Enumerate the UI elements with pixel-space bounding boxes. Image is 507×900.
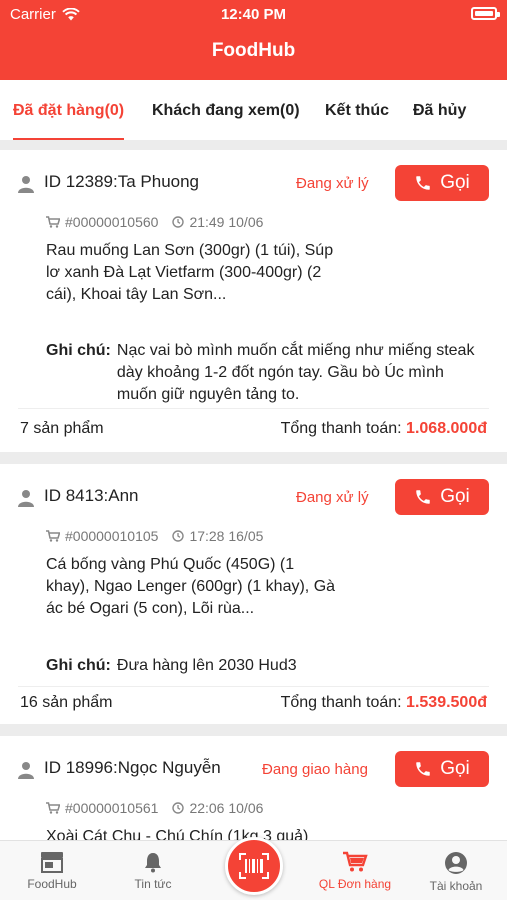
- order-time: 21:49 10/06: [189, 214, 264, 230]
- order-id: ID 18996:Ngọc Nguyễn: [44, 758, 221, 777]
- page-title: FoodHub: [211, 40, 296, 61]
- total-value: 1.068.000đ: [406, 420, 487, 437]
- tabbar-foodhub-label: FoodHub: [27, 877, 77, 891]
- order-note: Ghi chú: Nạc vai bò mình muốn cắt miếng …: [46, 340, 477, 406]
- tab-finished[interactable]: Kết thúc: [325, 80, 389, 140]
- order-total: Tổng thanh toán: 1.068.000đ: [281, 420, 487, 438]
- order-total: Tổng thanh toán: 1.539.500đ: [281, 694, 487, 712]
- user-icon: [18, 490, 34, 507]
- clock-icon: [172, 530, 185, 542]
- tab-customer-viewing[interactable]: Khách đang xem(0): [152, 80, 300, 140]
- note-label: Ghi chú:: [46, 657, 111, 674]
- cart-small-icon: [46, 802, 60, 814]
- account-icon: [445, 852, 467, 874]
- battery-icon: [471, 7, 500, 20]
- order-note: Ghi chú: Đưa hàng lên 2030 Hud3: [46, 655, 477, 677]
- status-time: 12:40 PM: [220, 6, 287, 23]
- order-meta: #00000010560 21:49 10/06: [46, 214, 263, 230]
- order-code: #00000010560: [65, 214, 159, 230]
- clock-icon: [172, 216, 185, 228]
- store-icon: [41, 852, 63, 873]
- order-meta: #00000010561 22:06 10/06: [46, 800, 263, 816]
- tabbar-account[interactable]: Tài khoản: [411, 841, 501, 900]
- order-card[interactable]: ID 8413:Ann Đang xử lý Gọi #00000010105 …: [0, 464, 507, 724]
- bell-icon: [145, 853, 161, 873]
- cart-small-icon: [46, 216, 60, 228]
- call-button-label: Gọi: [440, 172, 470, 193]
- note-text: Nạc vai bò mình muốn cắt miếng như miếng…: [116, 342, 475, 403]
- order-meta: #00000010105 17:28 16/05: [46, 528, 263, 544]
- order-code: #00000010561: [65, 800, 159, 816]
- total-label: Tổng thanh toán:: [280, 420, 402, 437]
- total-label: Tổng thanh toán:: [280, 694, 402, 711]
- clock-icon: [172, 802, 185, 814]
- note-text: Đưa hàng lên 2030 Hud3: [116, 657, 297, 674]
- user-icon: [18, 176, 34, 193]
- tabbar-foodhub[interactable]: FoodHub: [7, 841, 97, 900]
- call-button-label: Gọi: [440, 758, 470, 779]
- cart-icon: [343, 851, 368, 872]
- order-status: Đang xử lý: [296, 489, 369, 506]
- tabbar-news-label: Tin tức: [134, 877, 172, 891]
- user-icon: [18, 762, 34, 779]
- order-card[interactable]: ID 18996:Ngọc Nguyễn Đang giao hàng Gọi …: [0, 736, 507, 840]
- order-status: Đang giao hàng: [262, 761, 368, 778]
- call-button[interactable]: Gọi: [395, 479, 489, 515]
- phone-icon: [416, 762, 430, 776]
- order-id: ID 12389:Ta Phuong: [44, 172, 200, 191]
- bottom-tab-bar: FoodHub Tin tức QL Đơn hàng Tài khoản: [0, 837, 507, 900]
- call-button[interactable]: Gọi: [395, 751, 489, 787]
- total-value: 1.539.500đ: [406, 694, 487, 711]
- divider: [18, 686, 489, 687]
- item-count: 7 sản phẩm: [20, 420, 104, 437]
- app-header: Carrier 12:40 PM FoodHub: [0, 0, 507, 80]
- note-label: Ghi chú:: [46, 342, 111, 359]
- order-status-tabs: Đã đặt hàng(0) Khách đang xem(0) Kết thú…: [0, 80, 507, 140]
- tabbar-orders[interactable]: QL Đơn hàng: [310, 841, 400, 900]
- cart-small-icon: [46, 530, 60, 542]
- tab-ordered[interactable]: Đã đặt hàng(0): [13, 80, 125, 140]
- barcode-scan-button[interactable]: [225, 837, 283, 895]
- order-products: Rau muống Lan Sơn (300gr) (1 túi), Súp l…: [46, 242, 334, 303]
- order-time: 22:06 10/06: [189, 800, 264, 816]
- call-button-label: Gọi: [440, 486, 470, 507]
- tabbar-account-label: Tài khoản: [429, 879, 483, 893]
- order-status: Đang xử lý: [296, 175, 369, 192]
- order-id: ID 8413:Ann: [44, 486, 139, 505]
- phone-icon: [416, 490, 430, 504]
- order-list: ID 12389:Ta Phuong Đang xử lý Gọi #00000…: [0, 150, 507, 840]
- divider: [18, 408, 489, 409]
- call-button[interactable]: Gọi: [395, 165, 489, 201]
- order-code: #00000010105: [65, 528, 159, 544]
- order-products: Cá bống vàng Phú Quốc (450G) (1 khay), N…: [46, 556, 336, 617]
- barcode-scan-icon: [239, 853, 269, 879]
- order-time: 17:28 16/05: [189, 528, 264, 544]
- status-bar: Carrier 12:40 PM: [0, 0, 507, 28]
- tab-cancelled[interactable]: Đã hủy: [413, 80, 466, 140]
- item-count: 16 sản phẩm: [20, 694, 113, 711]
- tabbar-orders-label: QL Đơn hàng: [318, 877, 392, 891]
- phone-icon: [416, 176, 430, 190]
- tabbar-news[interactable]: Tin tức: [108, 841, 198, 900]
- order-card[interactable]: ID 12389:Ta Phuong Đang xử lý Gọi #00000…: [0, 150, 507, 452]
